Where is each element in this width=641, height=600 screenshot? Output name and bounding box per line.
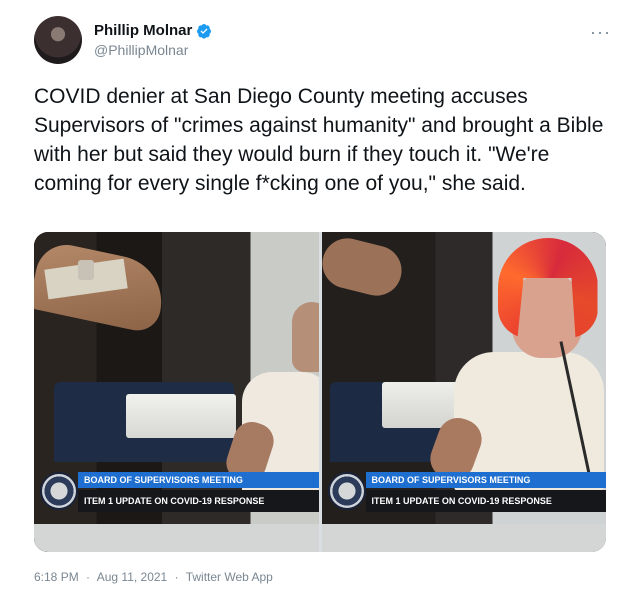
county-seal-icon: [40, 472, 78, 510]
frame-bible-shape: [126, 394, 236, 438]
author-names: Phillip Molnar @PhillipMolnar: [94, 22, 212, 58]
more-options-icon[interactable]: ···: [590, 22, 611, 43]
tweet-text: COVID denier at San Diego County meeting…: [34, 85, 610, 195]
tweet-header: Phillip Molnar @PhillipMolnar: [34, 14, 212, 66]
county-seal-icon: [327, 472, 366, 510]
author-handle[interactable]: @PhillipMolnar: [94, 42, 212, 58]
lower-third-subtitle: ITEM 1 UPDATE ON COVID-19 RESPONSE: [365, 490, 606, 512]
author-display-name[interactable]: Phillip Molnar: [94, 22, 192, 39]
tweet-source[interactable]: Twitter Web App: [186, 570, 273, 584]
lower-third: BOARD OF SUPERVISORS MEETING ITEM 1 UPDA…: [34, 468, 319, 524]
tweet-media[interactable]: BOARD OF SUPERVISORS MEETING ITEM 1 UPDA…: [34, 232, 606, 552]
lower-third-subtitle: ITEM 1 UPDATE ON COVID-19 RESPONSE: [78, 490, 319, 512]
verified-badge-icon: [197, 23, 212, 39]
lower-third: BOARD OF SUPERVISORS MEETING ITEM 1 UPDA…: [322, 468, 606, 524]
lower-third-title: BOARD OF SUPERVISORS MEETING: [365, 472, 606, 488]
tweet-card: Phillip Molnar @PhillipMolnar ··· COVID …: [0, 0, 641, 600]
lower-third-title: BOARD OF SUPERVISORS MEETING: [78, 472, 319, 488]
tweet-date[interactable]: Aug 11, 2021: [97, 570, 168, 584]
meta-separator: ·: [174, 570, 179, 584]
frame-floor: [34, 524, 319, 552]
name-row: Phillip Molnar: [94, 22, 212, 39]
frame-watch-shape: [78, 260, 94, 280]
meta-separator: ·: [86, 570, 91, 584]
tweet-meta: 6:18 PM · Aug 11, 2021 · Twitter Web App: [34, 570, 277, 584]
media-frame-2[interactable]: BOARD OF SUPERVISORS MEETING ITEM 1 UPDA…: [321, 232, 606, 552]
avatar[interactable]: [34, 16, 82, 64]
frame-head-shape: [292, 302, 319, 372]
tweet-time[interactable]: 6:18 PM: [34, 570, 79, 584]
frame-floor: [321, 524, 606, 552]
media-frame-1[interactable]: BOARD OF SUPERVISORS MEETING ITEM 1 UPDA…: [34, 232, 319, 552]
